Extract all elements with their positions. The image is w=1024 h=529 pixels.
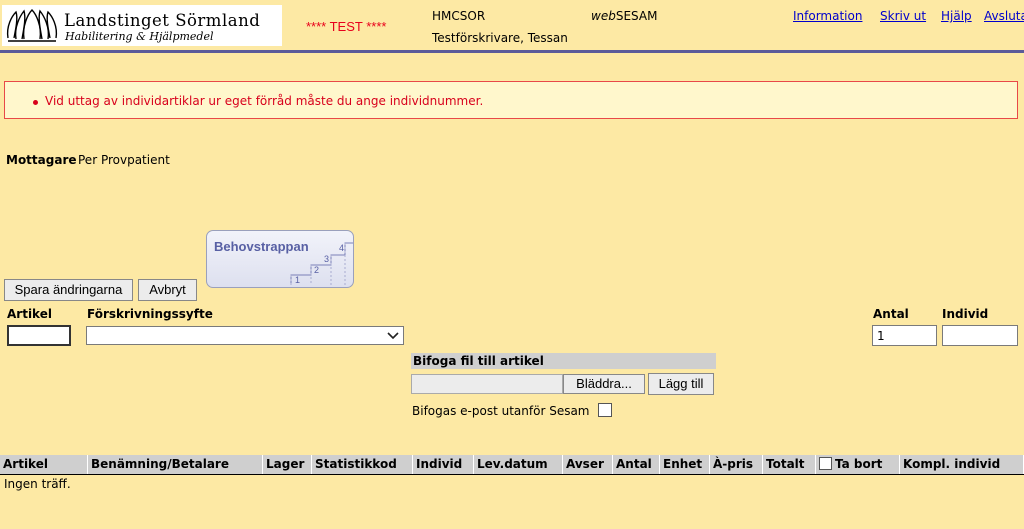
add-button[interactable]: Lägg till [648, 373, 714, 395]
col-ta-bort-label: Ta bort [835, 457, 883, 471]
col-benamning: Benämning/Betalare [88, 455, 263, 474]
step-1-label: 1 [295, 275, 300, 285]
test-banner: **** TEST **** [306, 19, 387, 34]
antal-label: Antal [873, 307, 909, 321]
logout-link[interactable]: Avsluta [984, 9, 1024, 23]
col-artikel: Artikel [0, 455, 88, 474]
col-individ: Individ [413, 455, 474, 474]
user-name: Testförskrivare, Tessan [432, 31, 568, 45]
file-path-field[interactable] [411, 374, 563, 394]
print-link[interactable]: Skriv ut [880, 9, 926, 23]
individ-input[interactable] [942, 325, 1018, 346]
purpose-label: Förskrivningssyfte [87, 307, 213, 321]
app-name-main: SESAM [615, 9, 658, 23]
col-totalt: Totalt [763, 455, 816, 474]
stairs-icon: 1 2 3 4 [290, 242, 353, 285]
individ-label: Individ [942, 307, 989, 321]
org-subtitle: Habilitering & Hjälpmedel [65, 30, 214, 43]
article-input[interactable] [7, 325, 71, 346]
cancel-button[interactable]: Avbryt [138, 279, 197, 301]
behovstrappan-button[interactable]: Behovstrappan 1 2 3 4 [206, 230, 354, 288]
org-logo: Landstinget Sörmland Habilitering & Hjäl… [2, 5, 282, 46]
col-antal: Antal [613, 455, 660, 474]
error-box: Vid uttag av individartiklar ur eget för… [4, 81, 1018, 119]
user-code: HMCSOR [432, 9, 486, 23]
error-message: Vid uttag av individartiklar ur eget för… [45, 94, 484, 108]
col-lev-datum: Lev.datum [474, 455, 563, 474]
col-kompl-individ: Kompl. individ [900, 455, 1024, 474]
empty-table-message: Ingen träff. [4, 477, 71, 491]
antal-input[interactable]: 1 [872, 325, 937, 346]
attach-file-header: Bifoga fil till artikel [411, 353, 716, 369]
app-name-prefix: web [591, 9, 616, 23]
crown-icon [6, 9, 58, 42]
table-header: Artikel Benämning/Betalare Lager Statist… [0, 455, 1024, 475]
recipient-value: Per Provpatient [78, 153, 170, 167]
col-a-pris: À-pris [710, 455, 763, 474]
email-attach-checkbox[interactable] [598, 403, 612, 417]
app-name: webSESAM [591, 9, 657, 23]
chevron-down-icon [387, 332, 399, 340]
article-label: Artikel [7, 307, 52, 321]
step-3-label: 3 [324, 254, 329, 264]
col-avser: Avser [563, 455, 613, 474]
purpose-select[interactable] [86, 326, 404, 345]
select-all-checkbox[interactable] [819, 457, 832, 470]
save-changes-button[interactable]: Spara ändringarna [4, 279, 133, 301]
col-ta-bort: Ta bort [816, 455, 900, 474]
col-lager: Lager [263, 455, 312, 474]
col-statistikkod: Statistikkod [312, 455, 413, 474]
information-link[interactable]: Information [793, 9, 862, 23]
step-4-label: 4 [339, 243, 344, 253]
header-divider [0, 50, 1024, 53]
help-link[interactable]: Hjälp [941, 9, 972, 23]
bullet-icon [33, 100, 38, 105]
email-attach-label: Bifogas e-post utanför Sesam [412, 404, 590, 418]
step-2-label: 2 [314, 265, 319, 275]
browse-button[interactable]: Bläddra... [563, 374, 645, 394]
org-name: Landstinget Sörmland [64, 11, 261, 30]
col-enhet: Enhet [660, 455, 710, 474]
recipient-label: Mottagare [6, 153, 77, 167]
